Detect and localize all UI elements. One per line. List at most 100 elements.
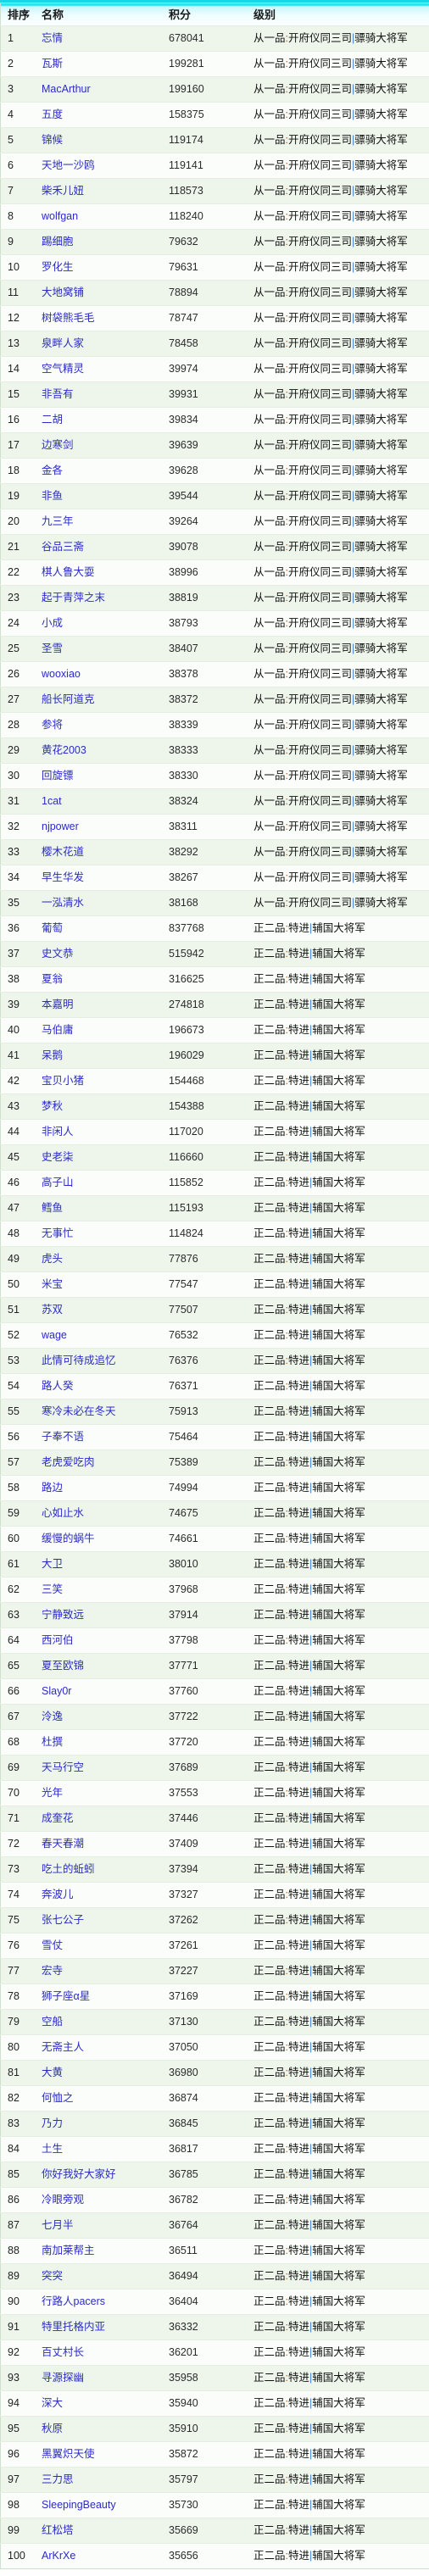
user-name-link[interactable]: 奔波儿 xyxy=(42,1889,74,1900)
cell-name[interactable]: 寻源探幽 xyxy=(42,2365,169,2391)
user-name-link[interactable]: 树袋熊毛毛 xyxy=(42,312,95,324)
cell-name[interactable]: 黄花2003 xyxy=(42,737,169,764)
cell-name[interactable]: 船长阿道克 xyxy=(42,687,169,713)
cell-name[interactable]: 寒冷未必在冬天 xyxy=(42,1399,169,1425)
cell-name[interactable]: 行路人pacers xyxy=(42,2289,169,2315)
user-name-link[interactable]: wooxiao xyxy=(42,668,81,680)
cell-name[interactable]: 踢细胞 xyxy=(42,229,169,255)
cell-name[interactable]: 二胡 xyxy=(42,407,169,433)
user-name-link[interactable]: wage xyxy=(42,1329,67,1341)
cell-name[interactable]: 葡萄 xyxy=(42,915,169,942)
cell-name[interactable]: 参将 xyxy=(42,712,169,738)
cell-name[interactable]: 泠逸 xyxy=(42,1704,169,1730)
user-name-link[interactable]: 大地窝铺 xyxy=(42,287,84,298)
cell-name[interactable]: njpower xyxy=(42,814,169,840)
user-name-link[interactable]: 此情可待成追忆 xyxy=(42,1355,116,1366)
user-name-link[interactable]: SleepingBeauty xyxy=(42,2499,116,2511)
user-name-link[interactable]: 鳕鱼 xyxy=(42,1202,63,1214)
user-name-link[interactable]: 深大 xyxy=(42,2397,63,2409)
cell-name[interactable]: 回旋镖 xyxy=(42,763,169,789)
user-name-link[interactable]: 宁静致远 xyxy=(42,1609,84,1621)
cell-name[interactable]: 棋人鲁大耍 xyxy=(42,559,169,586)
cell-name[interactable]: 五度 xyxy=(42,102,169,128)
cell-name[interactable]: 西河伯 xyxy=(42,1627,169,1654)
user-name-link[interactable]: 春天春潮 xyxy=(42,1838,84,1850)
user-name-link[interactable]: 狮子座α星 xyxy=(42,1990,90,2002)
user-name-link[interactable]: 呆鹅 xyxy=(42,1049,63,1061)
user-name-link[interactable]: 小成 xyxy=(42,617,63,629)
user-name-link[interactable]: 空气精灵 xyxy=(42,363,84,375)
cell-name[interactable]: 柴禾儿妞 xyxy=(42,178,169,204)
user-name-link[interactable]: 雪仗 xyxy=(42,1939,63,1951)
cell-name[interactable]: 九三年 xyxy=(42,509,169,535)
cell-name[interactable]: 早生华发 xyxy=(42,865,169,891)
user-name-link[interactable]: 秋原 xyxy=(42,2423,63,2434)
cell-name[interactable]: 起于青萍之末 xyxy=(42,585,169,611)
cell-name[interactable]: 路边 xyxy=(42,1475,169,1501)
user-name-link[interactable]: 张七公子 xyxy=(42,1914,84,1926)
user-name-link[interactable]: 心如止水 xyxy=(42,1507,84,1519)
user-name-link[interactable]: 锦候 xyxy=(42,134,63,146)
user-name-link[interactable]: 棋人鲁大耍 xyxy=(42,566,95,578)
user-name-link[interactable]: 忘情 xyxy=(42,32,63,44)
user-name-link[interactable]: 吃土的蚯蚓 xyxy=(42,1863,95,1875)
cell-name[interactable]: 宁静致远 xyxy=(42,1602,169,1628)
cell-name[interactable]: 三力思 xyxy=(42,2467,169,2493)
cell-name[interactable]: 谷品三斋 xyxy=(42,534,169,560)
cell-name[interactable]: 大黄 xyxy=(42,2060,169,2086)
cell-name[interactable]: 春天春潮 xyxy=(42,1831,169,1857)
cell-name[interactable]: 马伯庸 xyxy=(42,1017,169,1043)
cell-name[interactable]: 瓦斯 xyxy=(42,51,169,77)
user-name-link[interactable]: 高子山 xyxy=(42,1177,74,1188)
user-name-link[interactable]: 边寒剑 xyxy=(42,439,74,451)
user-name-link[interactable]: 成奎花 xyxy=(42,1812,74,1824)
user-name-link[interactable]: 七月半 xyxy=(42,2219,74,2231)
user-name-link[interactable]: 虎头 xyxy=(42,1253,63,1265)
cell-name[interactable]: MacArthur xyxy=(42,76,169,103)
user-name-link[interactable]: 非鱼 xyxy=(42,490,63,502)
cell-name[interactable]: 天马行空 xyxy=(42,1755,169,1781)
cell-name[interactable]: 吃土的蚯蚓 xyxy=(42,1856,169,1883)
cell-name[interactable]: 心如止水 xyxy=(42,1500,169,1527)
user-name-link[interactable]: 圣雪 xyxy=(42,643,63,654)
user-name-link[interactable]: 回旋镖 xyxy=(42,770,74,782)
cell-name[interactable]: 子奉不语 xyxy=(42,1424,169,1450)
user-name-link[interactable]: 杜撰 xyxy=(42,1736,63,1748)
cell-name[interactable]: 呆鹅 xyxy=(42,1043,169,1069)
cell-name[interactable]: 1cat xyxy=(42,788,169,815)
user-name-link[interactable]: 老虎爱吃肉 xyxy=(42,1456,95,1468)
user-name-link[interactable]: 泉畔人家 xyxy=(42,337,84,349)
cell-name[interactable]: 红松塔 xyxy=(42,2518,169,2544)
user-name-link[interactable]: 行路人pacers xyxy=(42,2295,105,2307)
user-name-link[interactable]: 史老柒 xyxy=(42,1151,74,1163)
cell-name[interactable]: 何恤之 xyxy=(42,2085,169,2111)
user-name-link[interactable]: 早生华发 xyxy=(42,871,84,883)
user-name-link[interactable]: 梦秋 xyxy=(42,1100,63,1112)
user-name-link[interactable]: 西河伯 xyxy=(42,1634,74,1646)
user-name-link[interactable]: 夏翁 xyxy=(42,973,63,985)
user-name-link[interactable]: 空船 xyxy=(42,2016,63,2028)
cell-name[interactable]: 夏至欧锦 xyxy=(42,1653,169,1679)
user-name-link[interactable]: 九三年 xyxy=(42,515,74,527)
user-name-link[interactable]: 特里托格内亚 xyxy=(42,2321,105,2333)
user-name-link[interactable]: 泠逸 xyxy=(42,1711,63,1722)
cell-name[interactable]: 空气精灵 xyxy=(42,356,169,382)
cell-name[interactable]: 宏寺 xyxy=(42,1958,169,1984)
cell-name[interactable]: 梦秋 xyxy=(42,1093,169,1120)
cell-name[interactable]: 边寒剑 xyxy=(42,432,169,459)
user-name-link[interactable]: 路人癸 xyxy=(42,1380,74,1392)
cell-name[interactable]: 锦候 xyxy=(42,127,169,153)
cell-name[interactable]: 大地窝铺 xyxy=(42,280,169,306)
user-name-link[interactable]: 马伯庸 xyxy=(42,1024,74,1036)
user-name-link[interactable]: 天马行空 xyxy=(42,1761,84,1773)
user-name-link[interactable]: 非吾有 xyxy=(42,388,74,400)
cell-name[interactable]: 宝贝小猪 xyxy=(42,1068,169,1094)
user-name-link[interactable]: 五度 xyxy=(42,108,63,120)
user-name-link[interactable]: 寻源探幽 xyxy=(42,2372,84,2384)
user-name-link[interactable]: 米宝 xyxy=(42,1278,63,1290)
user-name-link[interactable]: 黑翼炽天使 xyxy=(42,2448,95,2460)
user-name-link[interactable]: 无斋主人 xyxy=(42,2041,84,2053)
user-name-link[interactable]: 金各 xyxy=(42,465,63,476)
cell-name[interactable]: 空船 xyxy=(42,2009,169,2035)
cell-name[interactable]: 深大 xyxy=(42,2390,169,2417)
